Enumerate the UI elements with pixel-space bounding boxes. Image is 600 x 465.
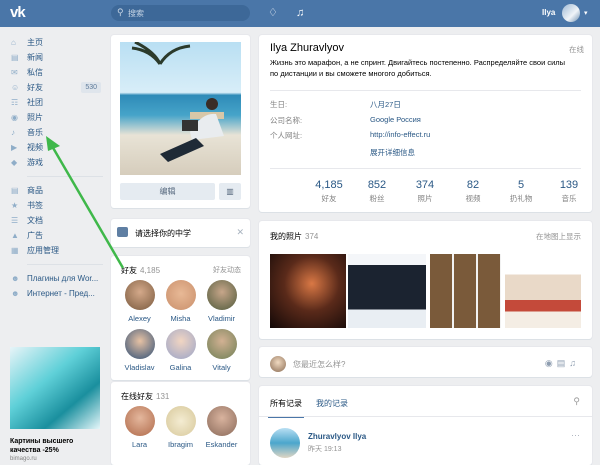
annotation-arrow	[46, 136, 125, 269]
